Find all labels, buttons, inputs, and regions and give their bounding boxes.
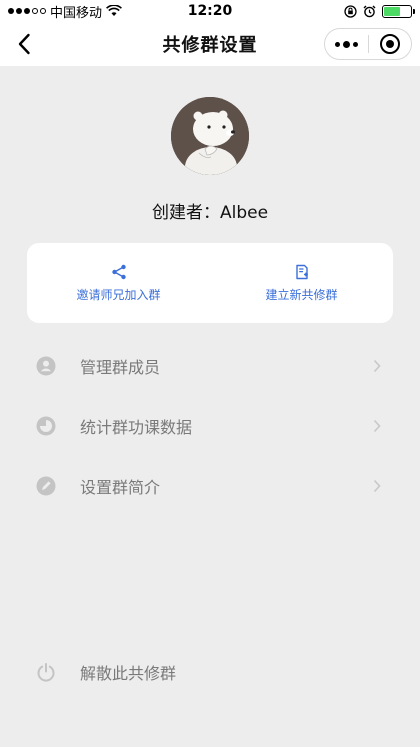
- rotation-lock-icon: [344, 4, 357, 18]
- chevron-right-icon: [372, 419, 382, 433]
- manage-members-item[interactable]: 管理群成员: [0, 336, 420, 396]
- creator-name: 创建者：Albee: [151, 203, 269, 223]
- battery-level: [384, 6, 400, 16]
- page-title: 共修群设置: [162, 35, 258, 56]
- disband-group-item[interactable]: 解散此共修群: [0, 642, 420, 702]
- power-icon: [36, 662, 56, 682]
- avatar: [171, 97, 249, 175]
- manage-members-label: 管理群成员: [80, 358, 161, 377]
- mini-program-capsule: [324, 28, 412, 60]
- disband-group-label: 解散此共修群: [80, 664, 177, 683]
- alarm-icon: [363, 5, 376, 17]
- create-group-button[interactable]: 建立新共修群: [210, 243, 393, 323]
- navigation-bar: 共修群设置: [0, 22, 420, 66]
- group-intro-item[interactable]: 设置群简介: [0, 456, 420, 516]
- pie-chart-icon: [36, 416, 56, 436]
- close-button[interactable]: [369, 29, 412, 59]
- battery-icon: [382, 4, 415, 18]
- polar-bear-avatar-image: [171, 97, 249, 175]
- create-group-label: 建立新共修群: [265, 287, 338, 302]
- group-statistics-item[interactable]: 统计群功课数据: [0, 396, 420, 456]
- invite-member-label: 邀请师兄加入群: [76, 287, 161, 302]
- share-icon: [111, 264, 126, 279]
- chevron-left-icon: [18, 33, 30, 55]
- more-dots-icon: [334, 40, 358, 48]
- status-bar: 中国移动 12:20: [0, 0, 420, 22]
- chevron-right-icon: [372, 359, 382, 373]
- signal-icon: [8, 8, 46, 14]
- group-statistics-label: 统计群功课数据: [80, 418, 193, 437]
- wifi-icon: [106, 5, 122, 16]
- back-button[interactable]: [8, 28, 40, 60]
- carrier-name: 中国移动: [50, 5, 103, 21]
- chevron-right-icon: [372, 479, 382, 493]
- close-circle-icon: [379, 34, 400, 54]
- status-left: 中国移动: [8, 2, 122, 21]
- status-right: [344, 4, 415, 18]
- invite-member-button[interactable]: 邀请师兄加入群: [27, 243, 210, 323]
- edit-icon: [36, 476, 56, 496]
- new-document-icon: [295, 264, 308, 279]
- person-icon: [36, 356, 56, 376]
- more-button[interactable]: [325, 29, 368, 59]
- group-intro-label: 设置群简介: [80, 478, 161, 497]
- action-card: 邀请师兄加入群 建立新共修群: [27, 243, 393, 323]
